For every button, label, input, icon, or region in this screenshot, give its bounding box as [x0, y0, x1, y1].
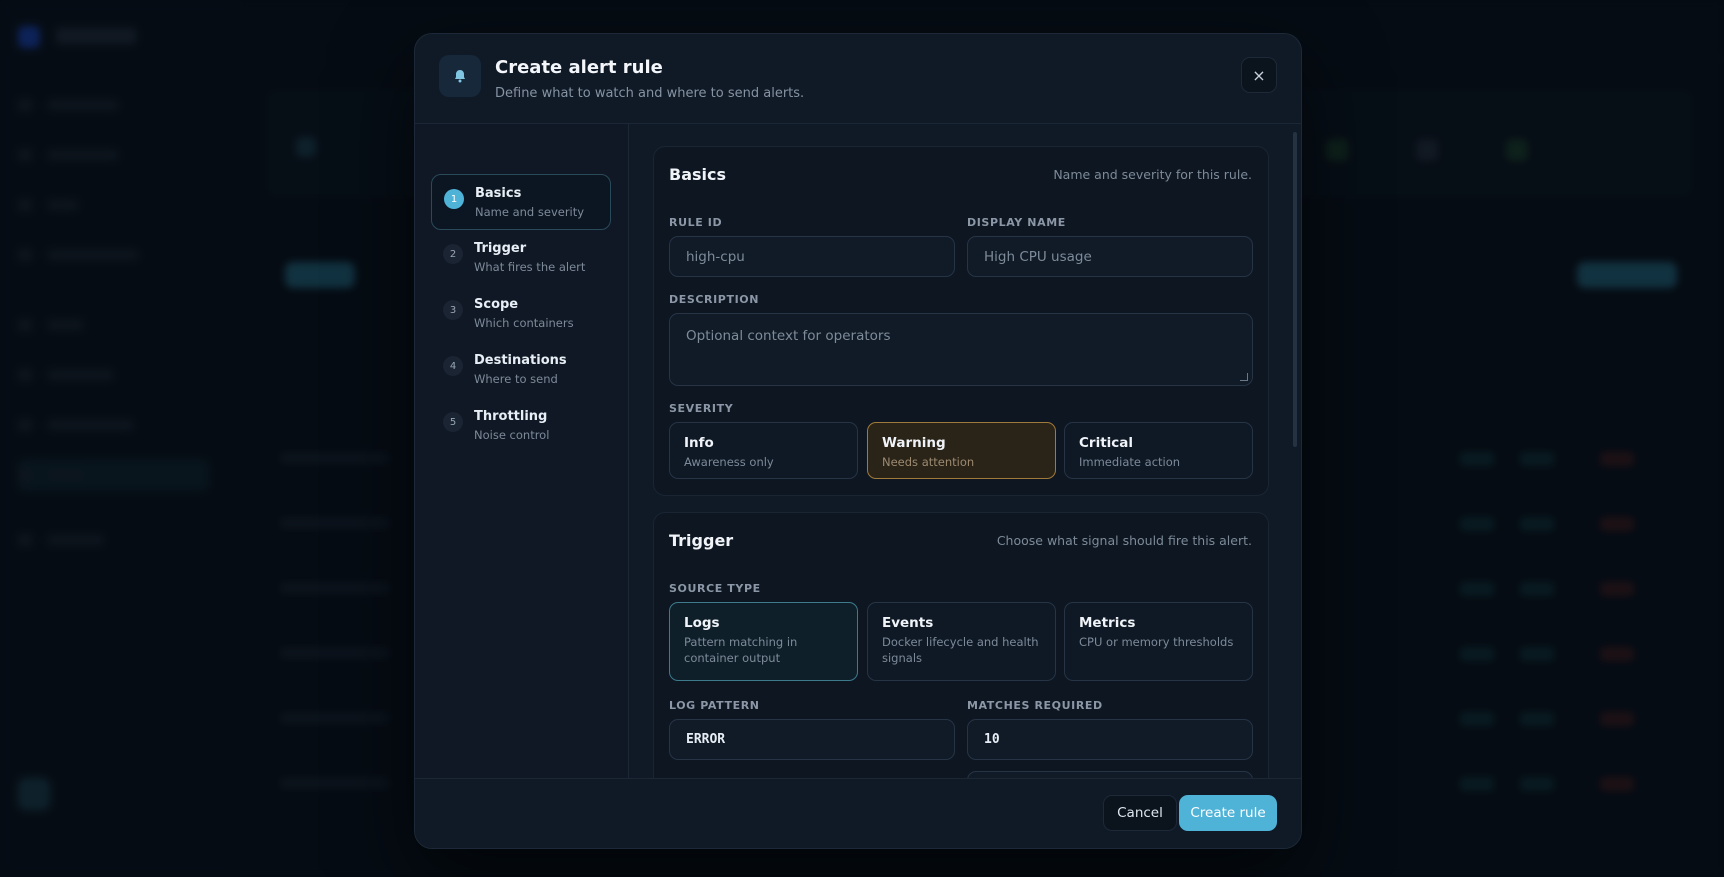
rule-id-label: RULE ID [669, 216, 723, 229]
rule-id-placeholder: high-cpu [686, 248, 745, 265]
display-name-input[interactable]: High CPU usage [967, 236, 1253, 277]
source-option-events[interactable]: Events Docker lifecycle and health signa… [867, 602, 1056, 681]
step-trigger[interactable]: 2 Trigger What fires the alert [431, 230, 611, 286]
section-hint: Name and severity for this rule. [1053, 167, 1252, 182]
option-title: Logs [684, 615, 720, 631]
source-option-logs[interactable]: Logs Pattern matching in container outpu… [669, 602, 858, 681]
step-destinations[interactable]: 4 Destinations Where to send [431, 342, 611, 398]
step-title: Destinations [474, 353, 567, 368]
display-name-label: DISPLAY NAME [967, 216, 1066, 229]
step-number: 5 [443, 412, 463, 432]
step-throttling[interactable]: 5 Throttling Noise control [431, 398, 611, 454]
wizard-steps: 1 Basics Name and severity 2 Trigger Wha… [415, 124, 629, 780]
modal-footer: Cancel Create rule [415, 778, 1301, 848]
step-title: Trigger [474, 241, 527, 256]
option-subtitle: Needs attention [882, 455, 975, 469]
step-scope[interactable]: 3 Scope Which containers [431, 286, 611, 342]
step-subtitle: What fires the alert [474, 260, 586, 274]
severity-label: SEVERITY [669, 402, 734, 415]
section-title: Trigger [669, 531, 734, 550]
option-subtitle: Awareness only [684, 455, 774, 469]
severity-option-warning[interactable]: Warning Needs attention [867, 422, 1056, 479]
content-scrollbar[interactable] [1293, 132, 1297, 447]
create-alert-rule-modal: Create alert rule Define what to watch a… [414, 33, 1302, 849]
severity-option-critical[interactable]: Critical Immediate action [1064, 422, 1253, 479]
section-title: Basics [669, 165, 727, 184]
section-hint: Choose what signal should fire this aler… [996, 533, 1252, 548]
step-subtitle: Name and severity [475, 205, 585, 219]
modal-subtitle: Define what to watch and where to send a… [495, 86, 805, 101]
step-subtitle: Where to send [474, 372, 558, 386]
matches-required-value: 10 [984, 732, 1000, 747]
step-subtitle: Which containers [474, 316, 574, 330]
step-number: 3 [443, 300, 463, 320]
create-rule-button[interactable]: Create rule [1179, 795, 1277, 831]
bell-icon [439, 55, 481, 97]
option-title: Critical [1079, 435, 1134, 451]
step-number: 4 [443, 356, 463, 376]
modal-content: Basics Name and severity for this rule. … [629, 124, 1301, 780]
basics-section: Basics Name and severity for this rule. … [653, 146, 1269, 496]
option-title: Metrics [1079, 615, 1136, 631]
log-pattern-value: ERROR [686, 732, 726, 747]
option-title: Info [684, 435, 714, 451]
modal-header: Create alert rule Define what to watch a… [415, 34, 1301, 124]
step-title: Basics [475, 186, 522, 201]
log-pattern-input[interactable]: ERROR [669, 719, 955, 760]
option-title: Events [882, 615, 934, 631]
description-label: DESCRIPTION [669, 293, 760, 306]
step-subtitle: Noise control [474, 428, 550, 442]
step-title: Scope [474, 297, 519, 312]
cancel-button[interactable]: Cancel [1103, 795, 1177, 831]
step-number: 1 [444, 189, 464, 209]
option-title: Warning [882, 435, 946, 451]
close-icon: × [1252, 65, 1266, 85]
severity-option-info[interactable]: Info Awareness only [669, 422, 858, 479]
matches-required-label: MATCHES REQUIRED [967, 699, 1103, 712]
source-type-label: SOURCE TYPE [669, 582, 761, 595]
rule-id-input[interactable]: high-cpu [669, 236, 955, 277]
matches-required-input[interactable]: 10 [967, 719, 1253, 760]
option-subtitle: Immediate action [1079, 455, 1181, 469]
source-option-metrics[interactable]: Metrics CPU or memory thresholds [1064, 602, 1253, 681]
step-number: 2 [443, 244, 463, 264]
step-title: Throttling [474, 409, 548, 424]
trigger-section: Trigger Choose what signal should fire t… [653, 512, 1269, 780]
description-placeholder: Optional context for operators [686, 328, 891, 344]
option-subtitle: Docker lifecycle and health signals [882, 635, 1039, 665]
display-name-placeholder: High CPU usage [984, 248, 1092, 265]
option-subtitle: Pattern matching in container output [684, 635, 798, 665]
modal-title: Create alert rule [495, 57, 663, 78]
resize-grip-icon[interactable] [1240, 373, 1248, 381]
log-pattern-label: LOG PATTERN [669, 699, 760, 712]
description-textarea[interactable]: Optional context for operators [669, 313, 1253, 386]
option-subtitle: CPU or memory thresholds [1079, 635, 1234, 649]
step-basics[interactable]: 1 Basics Name and severity [431, 174, 611, 230]
close-button[interactable]: × [1241, 57, 1277, 93]
